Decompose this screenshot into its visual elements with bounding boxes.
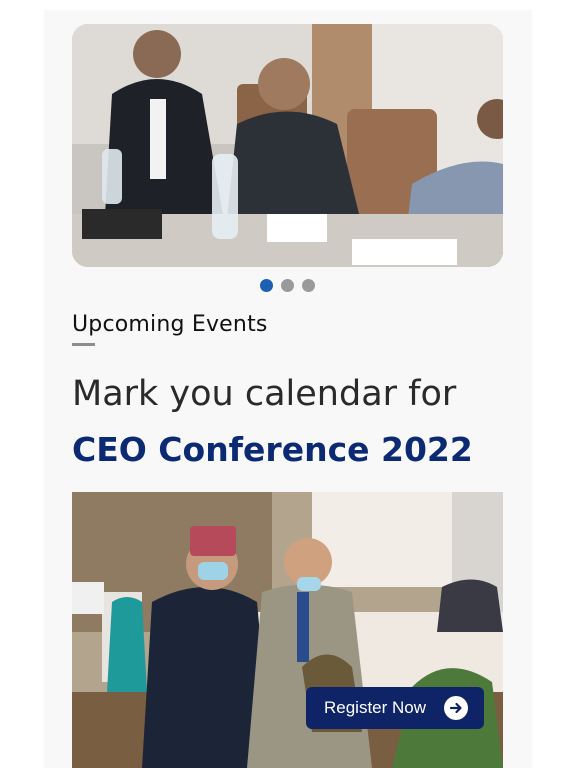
event-title: CEO Conference 2022 [72, 430, 473, 469]
carousel-image[interactable] [72, 24, 503, 267]
headline: Mark you calendar for [72, 374, 457, 414]
carousel-dot-1[interactable] [260, 279, 273, 292]
register-now-label: Register Now [324, 698, 427, 717]
carousel-dot-3[interactable] [302, 279, 315, 292]
carousel-dot-2[interactable] [281, 279, 294, 292]
arrow-right-circle-icon [444, 696, 468, 720]
section-underline [72, 343, 95, 346]
events-page: Upcoming Events Mark you calendar for CE… [44, 10, 532, 768]
carousel-dots [260, 279, 315, 292]
section-label: Upcoming Events [72, 312, 268, 337]
register-now-button[interactable]: Register Now [306, 687, 484, 729]
